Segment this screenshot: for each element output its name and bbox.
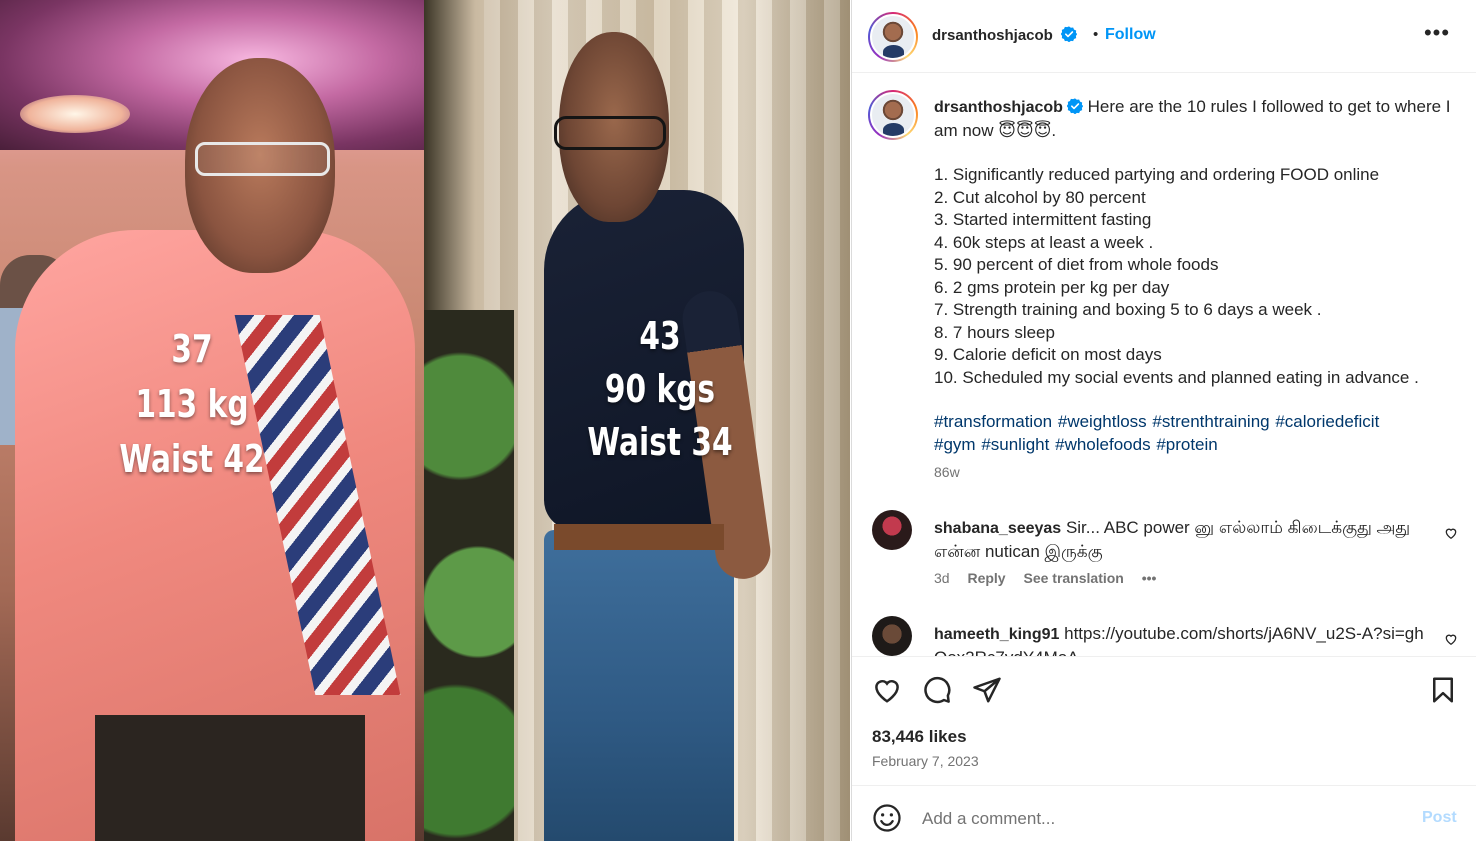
commenter-avatar[interactable]	[872, 616, 912, 656]
caption-avatar[interactable]	[868, 90, 918, 140]
rule-item: 8. 7 hours sleep	[934, 322, 1055, 342]
heart-icon[interactable]	[872, 675, 902, 705]
comment-like-heart-icon[interactable]	[1444, 526, 1458, 540]
before-weight: 113 kg	[135, 382, 249, 426]
author-avatar[interactable]	[868, 12, 918, 62]
comment-time[interactable]: 3d	[934, 570, 950, 586]
post-date[interactable]: February 7, 2023	[872, 753, 979, 769]
before-glasses	[195, 142, 330, 176]
commenter-username[interactable]: shabana_seeyas	[934, 520, 1061, 537]
commenter-username[interactable]: hameeth_king91	[934, 626, 1059, 643]
comment-body: shabana_seeyas Sir... ABC power னு எல்லா…	[934, 516, 1434, 563]
hashtag-link[interactable]: #wholefoods	[1055, 435, 1150, 454]
rules-list: 1. Significantly reduced partying and or…	[934, 164, 1454, 389]
rule-item: 3. Started intermittent fasting	[934, 210, 1152, 229]
hashtag-link[interactable]: #weightloss	[1058, 412, 1147, 431]
rule-item: 4. 60k steps at least a week .	[934, 232, 1154, 252]
verified-badge-icon	[1061, 26, 1078, 42]
after-stats: 43 90 kgs Waist 34	[582, 310, 738, 469]
brown-belt	[554, 524, 724, 550]
author-username[interactable]: drsanthoshjacob	[932, 27, 1053, 44]
rule-item: 6. 2 gms protein per kg per day	[934, 277, 1170, 297]
dark-trousers	[95, 715, 365, 841]
rule-item: 9. Calorie deficit on most days	[934, 345, 1162, 364]
post-header: drsanthoshjacob • Follow •••	[852, 0, 1476, 73]
hashtag-link[interactable]: #caloriedeficit	[1275, 412, 1379, 431]
post-actions: 83,446 likes February 7, 2023	[852, 656, 1476, 786]
before-waist: Waist 42	[119, 437, 265, 481]
more-options-icon[interactable]: •••	[1422, 22, 1452, 50]
comment-more-icon[interactable]: •••	[1142, 570, 1157, 586]
before-photo: 37 113 kg Waist 42	[0, 0, 424, 841]
verified-badge-icon	[1066, 98, 1083, 114]
after-glasses	[554, 116, 666, 150]
comment-meta: 3d Reply See translation •••	[934, 570, 1170, 586]
comment-icon[interactable]	[922, 675, 952, 705]
after-age: 43	[639, 314, 681, 358]
comments-scroll-area[interactable]: drsanthoshjacob Here are the 10 rules I …	[852, 74, 1476, 656]
hashtag-link[interactable]: #gym	[934, 435, 976, 454]
rule-item: 1. Significantly reduced partying and or…	[934, 165, 1380, 184]
separator-dot: •	[1093, 26, 1099, 43]
after-waist: Waist 34	[587, 420, 733, 464]
plant	[424, 310, 514, 841]
post-side-panel: drsanthoshjacob • Follow ••• drsanthoshj…	[851, 0, 1476, 841]
after-weight: 90 kgs	[604, 367, 716, 411]
hashtag-link[interactable]: #strenthtraining	[1152, 412, 1269, 431]
emoji-icon[interactable]	[872, 803, 902, 833]
before-stats: 37 113 kg Waist 42	[114, 322, 270, 487]
rule-item: 2. Cut alcohol by 80 percent	[934, 187, 1146, 207]
hashtag-link[interactable]: #transformation	[934, 412, 1052, 431]
comment-like-heart-icon[interactable]	[1444, 632, 1458, 646]
commenter-avatar[interactable]	[872, 510, 912, 550]
bookmark-icon[interactable]	[1428, 675, 1458, 705]
post-media[interactable]: 37 113 kg Waist 42 43 90 kgs Waist 34	[0, 0, 850, 841]
rule-item: 10. Scheduled my social events and plann…	[934, 367, 1419, 387]
add-comment-bar: Post	[852, 786, 1476, 841]
comment-input[interactable]	[922, 806, 1392, 832]
share-icon[interactable]	[972, 675, 1002, 705]
comment-body: hameeth_king91 https://youtube.com/short…	[934, 622, 1434, 656]
reply-button[interactable]: Reply	[967, 570, 1005, 586]
hashtags: #transformation #weightloss #strenthtrai…	[934, 411, 1454, 456]
post-caption: drsanthoshjacob Here are the 10 rules I …	[934, 96, 1454, 456]
follow-button[interactable]: Follow	[1105, 26, 1156, 44]
author-username-row[interactable]: drsanthoshjacob	[932, 26, 1078, 44]
likes-count[interactable]: 83,446 likes	[872, 727, 967, 747]
blue-jeans	[544, 530, 734, 841]
post-comment-button[interactable]: Post	[1422, 809, 1457, 827]
see-translation-button[interactable]: See translation	[1023, 570, 1123, 586]
caption-username[interactable]: drsanthoshjacob	[934, 99, 1063, 116]
hashtag-link[interactable]: #protein	[1156, 435, 1217, 454]
rule-item: 5. 90 percent of diet from whole foods	[934, 255, 1219, 274]
hashtag-link[interactable]: #sunlight	[981, 435, 1049, 454]
before-age: 37	[171, 327, 213, 371]
rule-item: 7. Strength training and boxing 5 to 6 d…	[934, 300, 1322, 319]
caption-timestamp[interactable]: 86w	[934, 464, 960, 480]
chandelier	[20, 95, 130, 133]
